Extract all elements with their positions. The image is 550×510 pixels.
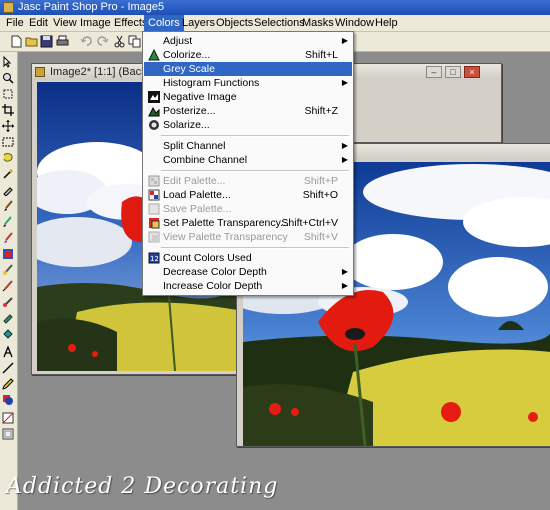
zoom-icon[interactable]	[2, 72, 14, 84]
watermark: Addicted 2 Decorating	[6, 474, 279, 499]
menu-item-edit-palette[interactable]: Edit Palette... Shift+P	[144, 174, 352, 188]
menu-separator	[161, 247, 349, 249]
preset-shapes-icon[interactable]	[2, 362, 14, 374]
submenu-arrow-icon: ▶	[341, 36, 348, 45]
vector-object-icon[interactable]	[2, 394, 14, 406]
submenu-arrow-icon: ▶	[341, 267, 348, 276]
retouch-icon[interactable]	[2, 248, 14, 260]
copy-icon[interactable]	[128, 35, 141, 48]
draw-icon[interactable]	[2, 378, 14, 390]
submenu-arrow-icon: ▶	[341, 78, 348, 87]
eraser-icon[interactable]	[2, 280, 14, 292]
fill-style-icon[interactable]	[2, 428, 14, 440]
cut-icon[interactable]	[113, 35, 126, 48]
menu-item-load-palette[interactable]: Load Palette... Shift+O	[144, 188, 352, 202]
menu-image[interactable]: Image	[76, 15, 115, 31]
menu-bar: File Edit View Image Effects Colors Laye…	[0, 15, 550, 32]
app-title: Jasc Paint Shop Pro - Image5	[18, 1, 165, 13]
picture-tube-icon[interactable]	[2, 296, 14, 308]
selection-icon[interactable]	[2, 136, 14, 148]
menu-item-grey-scale[interactable]: Grey Scale	[144, 62, 352, 76]
menu-item-view-palette-transparency[interactable]: View Palette Transparency Shift+V	[144, 230, 352, 244]
save-icon[interactable]	[40, 35, 53, 48]
clone-brush-icon[interactable]	[2, 216, 14, 228]
menu-item-combine-channel[interactable]: Combine Channel ▶	[144, 153, 352, 167]
menu-item-adjust[interactable]: Adjust ▶	[144, 34, 352, 48]
save-palette-icon	[148, 203, 160, 215]
color-swatch-icon[interactable]	[2, 412, 14, 424]
colorize-icon	[148, 49, 160, 61]
view-transparency-icon	[148, 231, 160, 243]
close-button[interactable]: ×	[464, 66, 480, 78]
negative-image-icon	[148, 91, 160, 103]
menu-item-increase-color-depth[interactable]: Increase Color Depth ▶	[144, 279, 352, 293]
arrow-icon[interactable]	[2, 56, 14, 68]
menu-item-solarize[interactable]: Solarize...	[144, 118, 352, 132]
menu-item-colorize[interactable]: Colorize... Shift+L	[144, 48, 352, 62]
menu-help[interactable]: Help	[371, 15, 402, 31]
move-icon[interactable]	[2, 120, 14, 132]
load-palette-icon	[148, 189, 160, 201]
count-colors-icon: 12	[148, 252, 160, 264]
set-transparency-icon	[148, 217, 160, 229]
submenu-arrow-icon: ▶	[341, 155, 348, 164]
solarize-icon	[148, 119, 160, 131]
deform-icon[interactable]	[2, 88, 14, 100]
submenu-arrow-icon: ▶	[341, 141, 348, 150]
scratch-remover-icon[interactable]	[2, 264, 14, 276]
crop-icon[interactable]	[2, 104, 14, 116]
print-icon[interactable]	[56, 35, 69, 48]
menu-separator	[161, 170, 349, 172]
posterize-icon	[148, 105, 160, 117]
image-window-2-top[interactable]: – □ ×	[350, 63, 502, 143]
menu-item-split-channel[interactable]: Split Channel ▶	[144, 139, 352, 153]
menu-item-posterize[interactable]: Posterize... Shift+Z	[144, 104, 352, 118]
new-icon[interactable]	[10, 35, 23, 48]
submenu-arrow-icon: ▶	[341, 281, 348, 290]
flood-fill-icon[interactable]	[2, 328, 14, 340]
redo-icon[interactable]	[96, 35, 109, 48]
freehand-select-icon[interactable]	[2, 152, 14, 164]
minimize-button[interactable]: –	[426, 66, 442, 78]
menu-file[interactable]: File	[2, 15, 28, 31]
app-icon	[3, 2, 14, 13]
menu-item-histogram-functions[interactable]: Histogram Functions ▶	[144, 76, 352, 90]
text-icon[interactable]	[2, 346, 14, 358]
menu-item-decrease-color-depth[interactable]: Decrease Color Depth ▶	[144, 265, 352, 279]
magic-wand-icon[interactable]	[2, 168, 14, 180]
menu-edit[interactable]: Edit	[25, 15, 52, 31]
menu-item-set-palette-transparency[interactable]: Set Palette Transparency... Shift+Ctrl+V	[144, 216, 352, 230]
colors-menu: Adjust ▶ Colorize... Shift+L Grey Scale …	[142, 31, 354, 296]
svg-text:12: 12	[150, 255, 159, 263]
undo-icon[interactable]	[80, 35, 93, 48]
airbrush-icon[interactable]	[2, 312, 14, 324]
open-icon[interactable]	[25, 35, 38, 48]
paint-brush-icon[interactable]	[2, 200, 14, 212]
menu-separator	[161, 135, 349, 137]
edit-palette-icon	[148, 175, 160, 187]
menu-item-save-palette[interactable]: Save Palette...	[144, 202, 352, 216]
color-replacer-icon[interactable]	[2, 232, 14, 244]
menu-item-negative-image[interactable]: Negative Image	[144, 90, 352, 104]
dropper-icon[interactable]	[2, 184, 14, 196]
tools-palette	[0, 52, 18, 510]
maximize-button[interactable]: □	[445, 66, 461, 78]
menu-item-count-colors-used[interactable]: 12 Count Colors Used	[144, 251, 352, 265]
document-icon	[35, 67, 45, 77]
app-title-bar: Jasc Paint Shop Pro - Image5	[0, 0, 550, 15]
